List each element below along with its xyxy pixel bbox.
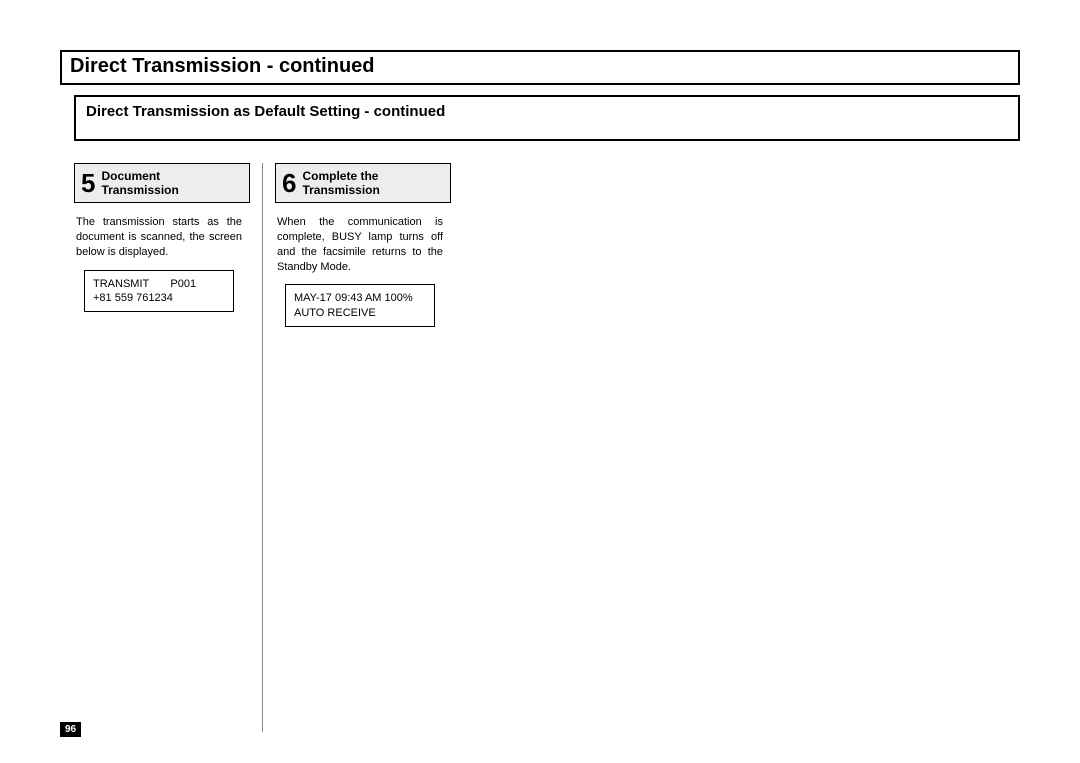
step-6-title: Complete the Transmission [302, 169, 379, 198]
step-5-display-line2: +81 559 761234 [93, 291, 225, 305]
step-5-header: 5 Document Transmission [74, 163, 250, 203]
step-6-header: 6 Complete the Transmission [275, 163, 451, 203]
step-5-display: TRANSMIT P001 +81 559 761234 [84, 270, 234, 313]
step-6-number: 6 [282, 170, 296, 196]
step-5-title: Document Transmission [101, 169, 178, 198]
page-title: Direct Transmission - continued [70, 55, 375, 77]
subtitle-bar: Direct Transmission as Default Setting -… [74, 95, 1020, 141]
page-number: 96 [60, 722, 81, 737]
step-columns: 5 Document Transmission The transmission… [74, 163, 1020, 732]
step-5-display-line1: TRANSMIT P001 [93, 277, 225, 291]
step-6-body: When the communication is complete, BUSY… [275, 203, 449, 284]
step-6-title-line1: Complete the [302, 169, 378, 183]
title-bar: Direct Transmission - continued [60, 50, 1020, 85]
page-content: Direct Transmission - continued Direct T… [60, 50, 1020, 732]
step-6-column: 6 Complete the Transmission When the com… [262, 163, 448, 732]
step-5-title-line2: Transmission [101, 183, 178, 197]
section-subtitle: Direct Transmission as Default Setting -… [86, 103, 445, 120]
step-6-display: MAY-17 09:43 AM 100% AUTO RECEIVE [285, 284, 435, 327]
step-5-title-line1: Document [101, 169, 160, 183]
step-6-display-line1: MAY-17 09:43 AM 100% [294, 291, 426, 305]
step-6-title-line2: Transmission [302, 183, 379, 197]
step-5-column: 5 Document Transmission The transmission… [74, 163, 260, 732]
column-spacer [74, 312, 260, 732]
step-6-display-line2: AUTO RECEIVE [294, 306, 426, 320]
step-5-number: 5 [81, 170, 95, 196]
step-5-body: The transmission starts as the document … [74, 203, 248, 270]
